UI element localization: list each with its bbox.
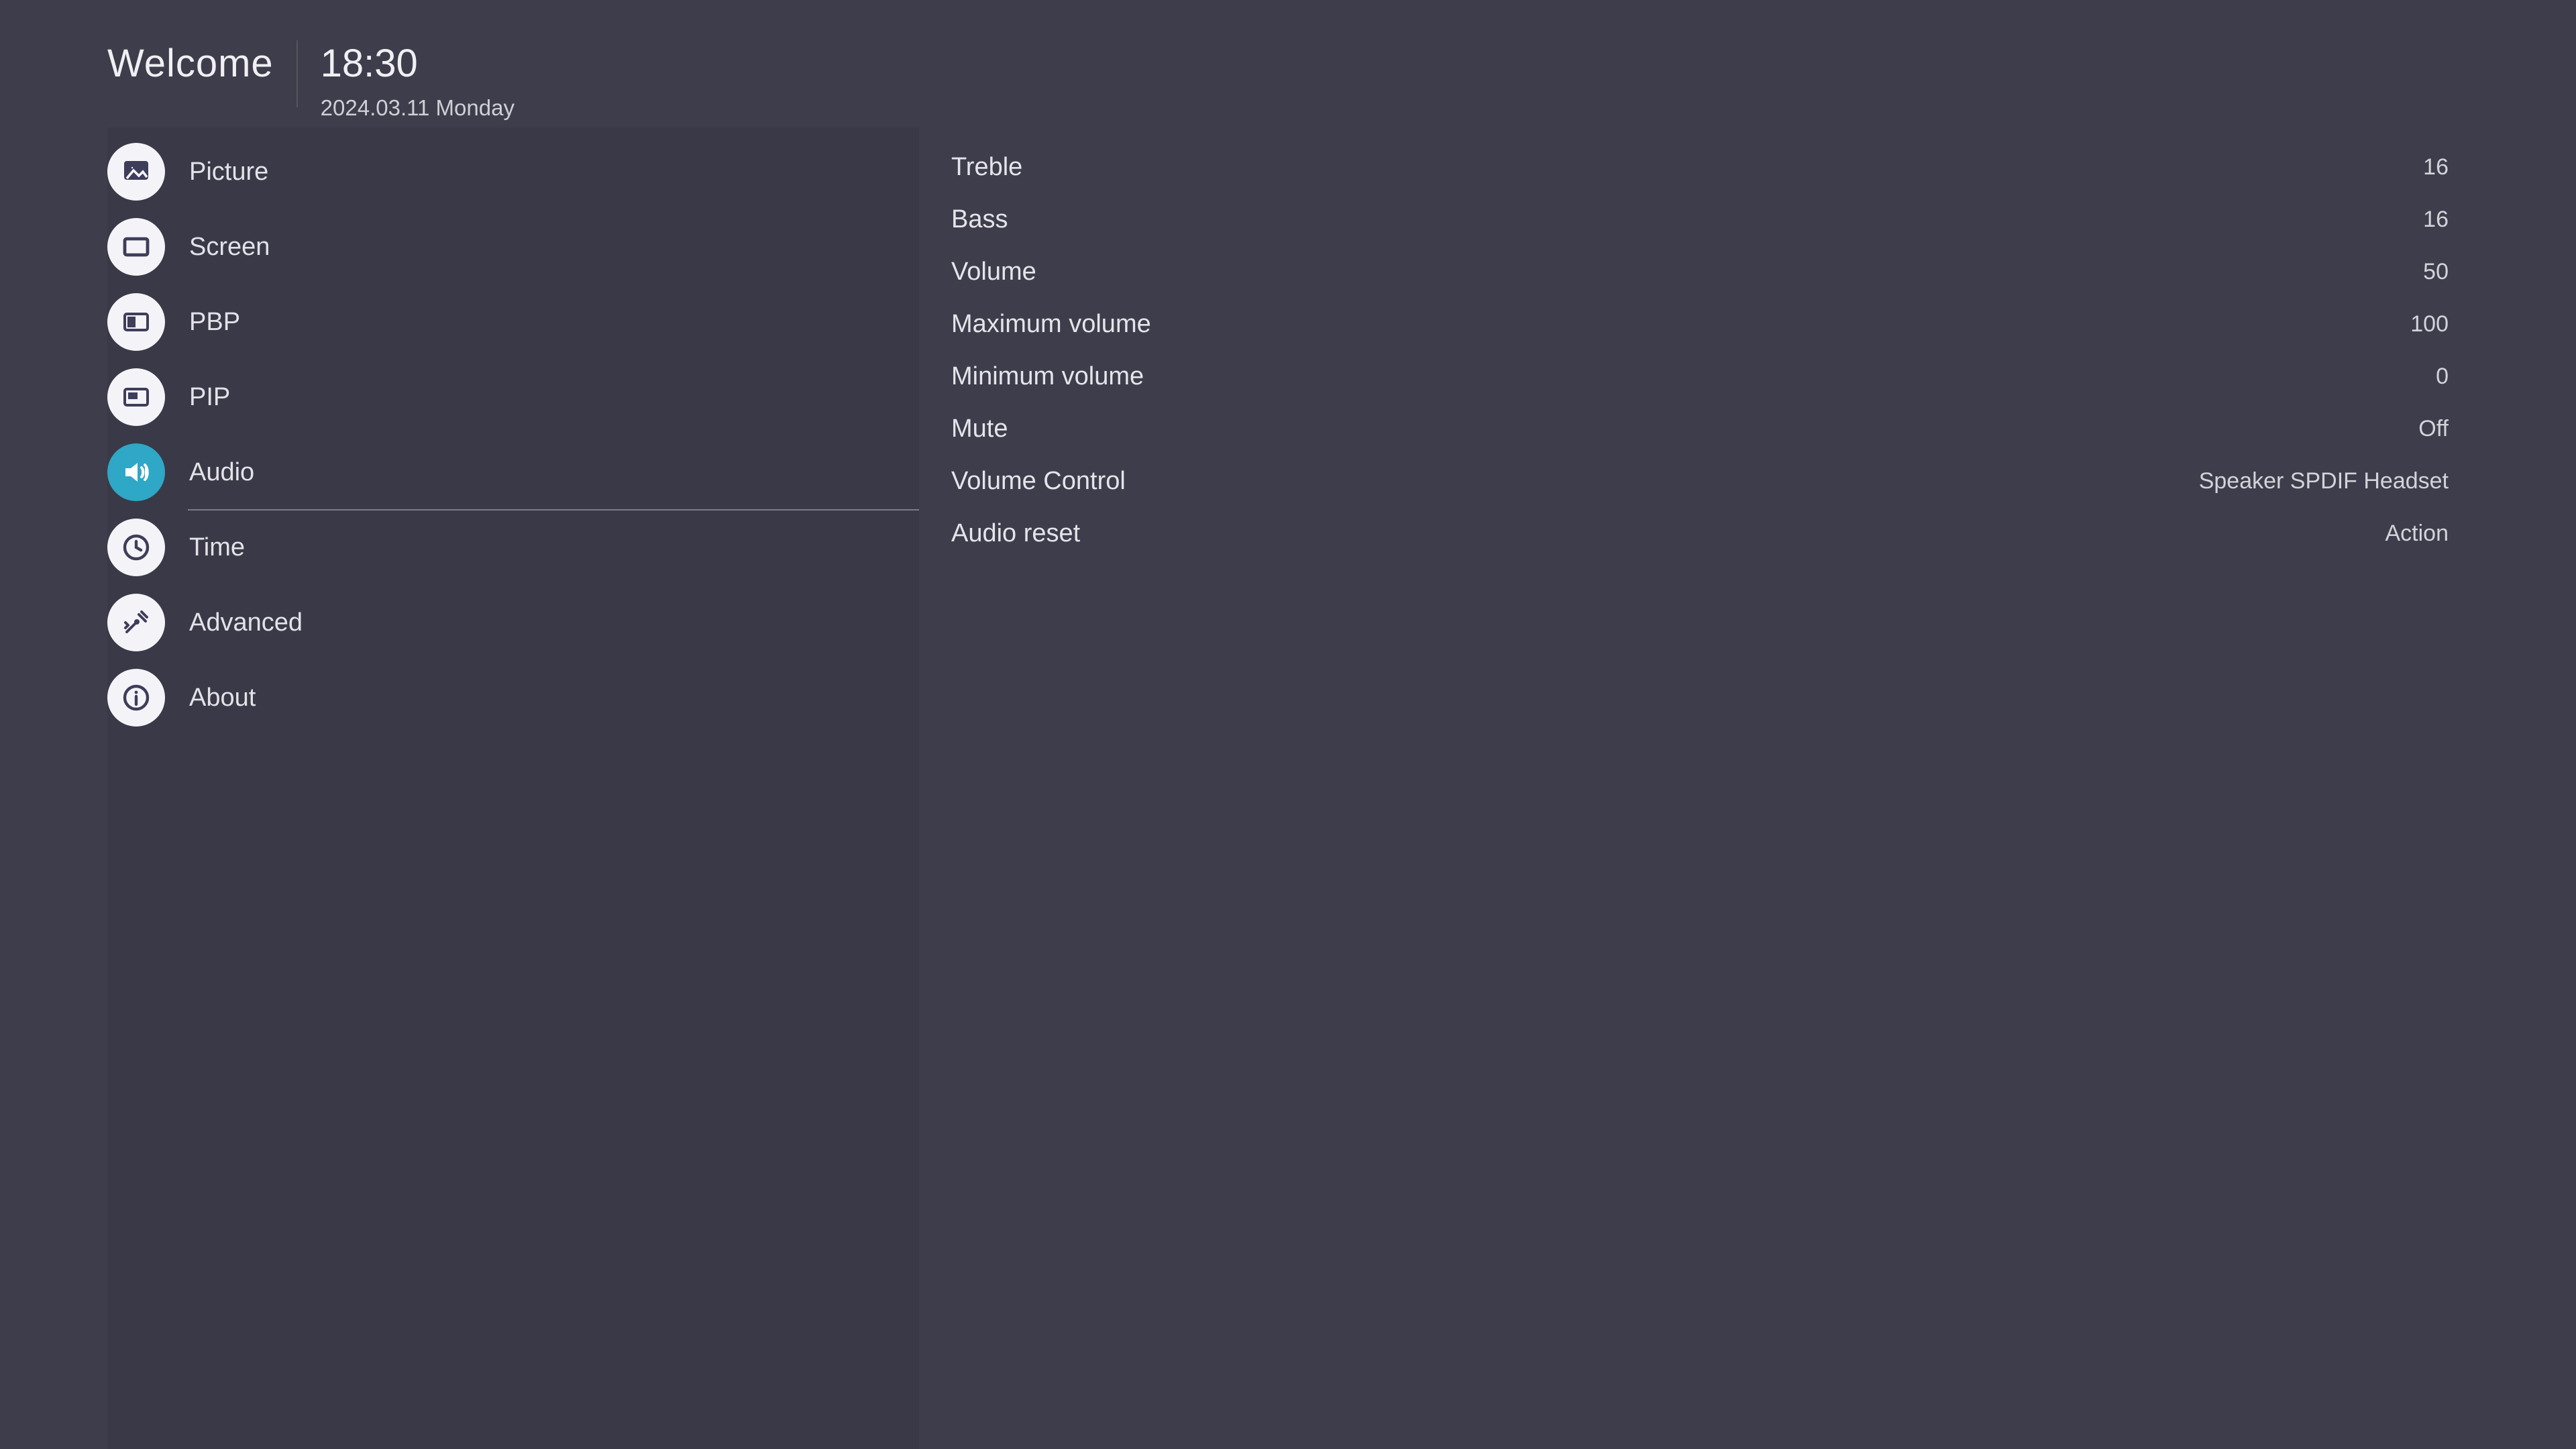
setting-label: Maximum volume: [951, 310, 1151, 339]
sidebar-item-about[interactable]: About: [107, 660, 919, 735]
screen-icon: [107, 218, 165, 276]
setting-label: Minimum volume: [951, 362, 1144, 391]
setting-value: 100: [2410, 311, 2449, 337]
setting-row-treble[interactable]: Treble 16: [951, 141, 2449, 193]
setting-row-audio-reset[interactable]: Audio reset Action: [951, 507, 2449, 559]
header: Welcome 18:30 2024.03.11 Monday: [0, 0, 2576, 127]
sidebar-item-advanced[interactable]: Advanced: [107, 585, 919, 660]
sidebar-item-audio[interactable]: Audio: [107, 435, 919, 510]
pip-icon: [107, 368, 165, 426]
setting-label: Mute: [951, 415, 1008, 443]
welcome-text: Welcome: [107, 40, 274, 83]
setting-row-maximum-volume[interactable]: Maximum volume 100: [951, 298, 2449, 350]
sidebar-item-time[interactable]: Time: [107, 510, 919, 585]
sidebar-item-label: PIP: [189, 383, 230, 412]
sidebar-item-label: About: [189, 684, 256, 712]
setting-label: Volume: [951, 258, 1036, 286]
sidebar-item-label: Audio: [189, 458, 254, 487]
datetime-block: 18:30 2024.03.11 Monday: [321, 40, 515, 121]
sidebar-item-label: Screen: [189, 233, 270, 262]
header-separator: [297, 40, 298, 107]
settings-panel: Treble 16 Bass 16 Volume 50 Maximum volu…: [919, 127, 2576, 1449]
clock-time: 18:30: [321, 40, 515, 83]
sidebar: Picture Screen PBP: [107, 127, 919, 1449]
setting-label: Bass: [951, 205, 1008, 234]
setting-value: Off: [2418, 416, 2449, 442]
setting-label: Volume Control: [951, 467, 1126, 496]
clock-date: 2024.03.11 Monday: [321, 95, 515, 121]
setting-row-volume-control[interactable]: Volume Control Speaker SPDIF Headset: [951, 455, 2449, 507]
sidebar-item-pbp[interactable]: PBP: [107, 284, 919, 360]
pbp-icon: [107, 293, 165, 351]
about-icon: [107, 669, 165, 727]
sidebar-item-pip[interactable]: PIP: [107, 360, 919, 435]
sidebar-item-label: PBP: [189, 308, 240, 337]
audio-icon: [107, 443, 165, 501]
setting-value: Action: [2385, 521, 2449, 547]
setting-row-volume[interactable]: Volume 50: [951, 246, 2449, 298]
sidebar-item-picture[interactable]: Picture: [107, 134, 919, 209]
setting-row-minimum-volume[interactable]: Minimum volume 0: [951, 350, 2449, 402]
sidebar-item-label: Advanced: [189, 608, 303, 637]
setting-label: Audio reset: [951, 519, 1080, 548]
setting-row-bass[interactable]: Bass 16: [951, 193, 2449, 246]
picture-icon: [107, 143, 165, 201]
setting-label: Treble: [951, 153, 1022, 182]
setting-value: 0: [2436, 364, 2449, 390]
advanced-icon: [107, 594, 165, 651]
sidebar-item-screen[interactable]: Screen: [107, 209, 919, 284]
setting-value: 50: [2423, 259, 2449, 285]
sidebar-item-label: Picture: [189, 158, 268, 186]
time-icon: [107, 519, 165, 576]
sidebar-item-label: Time: [189, 533, 245, 562]
setting-value: Speaker SPDIF Headset: [2199, 468, 2449, 494]
setting-value: 16: [2423, 154, 2449, 180]
setting-row-mute[interactable]: Mute Off: [951, 402, 2449, 455]
setting-value: 16: [2423, 207, 2449, 233]
